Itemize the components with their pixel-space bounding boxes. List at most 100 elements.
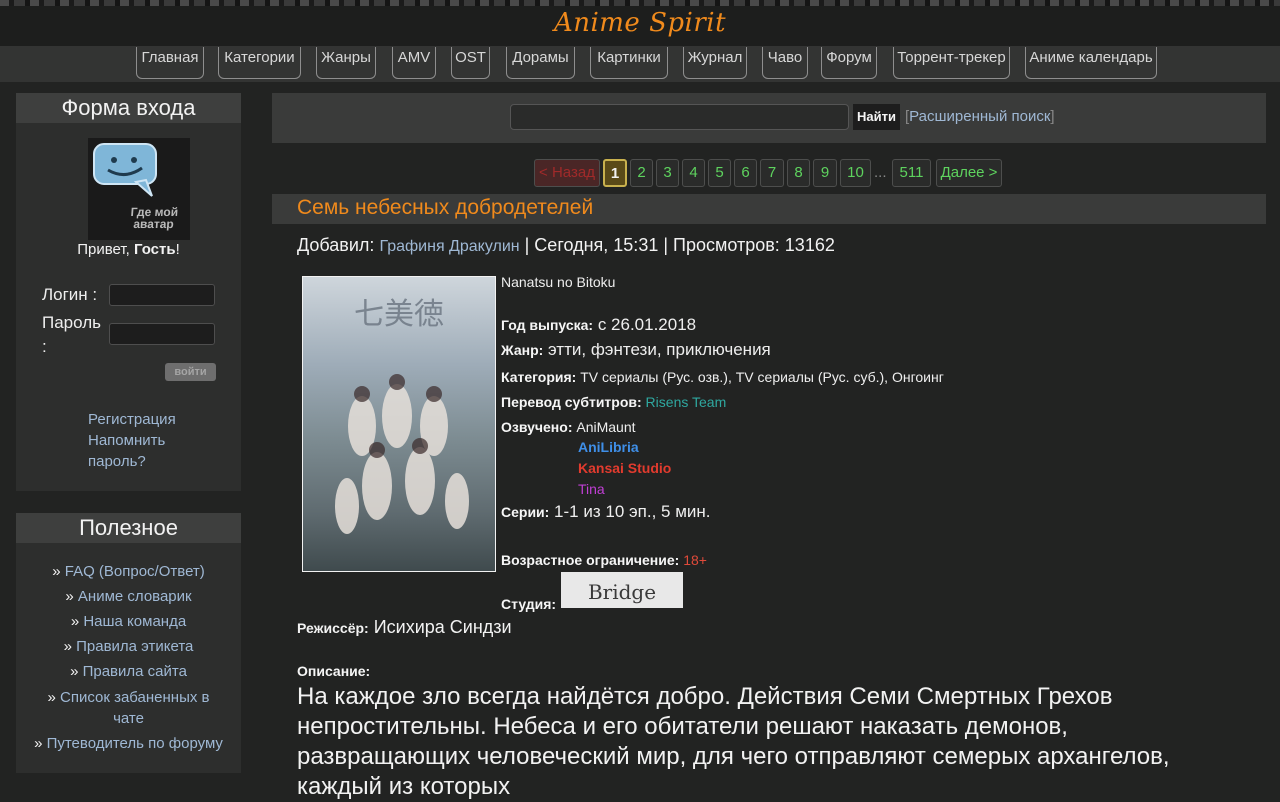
- poster-image[interactable]: 七美徳: [301, 275, 497, 573]
- pagination-page[interactable]: 6: [734, 159, 757, 187]
- bracket: ]: [1050, 108, 1055, 125]
- register-link[interactable]: Регистрация: [88, 411, 176, 428]
- age-label: Возрастное ограничение:: [501, 552, 680, 568]
- subs-label: Перевод субтитров:: [501, 394, 642, 410]
- login-label: Логин :: [42, 285, 98, 304]
- director-row: Режиссёр: Исихира Синдзи: [297, 617, 512, 638]
- category-value[interactable]: TV сериалы (Рус. озв.), TV сериалы (Рус.…: [576, 369, 944, 385]
- greeting: Привет, Гость!: [16, 241, 241, 258]
- useful-link-rules[interactable]: » Правила сайта: [16, 661, 241, 682]
- guest-name: Гость: [133, 241, 176, 258]
- avatar-caption: Где мой аватар: [130, 205, 179, 231]
- bullet: »: [47, 689, 56, 706]
- useful-link-label[interactable]: Правила этикета: [76, 638, 193, 655]
- year-row: Год выпуска: с 26.01.2018: [501, 315, 696, 335]
- remind-password-link-2[interactable]: пароль?: [88, 453, 146, 470]
- remind-password-link[interactable]: Напомнить: [88, 432, 165, 449]
- category-row: Категория: TV сериалы (Рус. озв.), TV се…: [501, 367, 944, 387]
- episodes-row: Серии: 1-1 из 10 эп., 5 мин.: [501, 502, 711, 522]
- dub-first: AniMaunt: [572, 419, 636, 435]
- description-label: Описание:: [297, 663, 371, 679]
- page-edge-decor: [0, 290, 17, 450]
- episodes-label: Серии:: [501, 504, 550, 520]
- studio-label: Студия:: [501, 596, 557, 612]
- login-input[interactable]: [109, 284, 215, 306]
- nav-item-categories[interactable]: Категории: [218, 47, 301, 79]
- year-label: Год выпуска:: [501, 317, 594, 333]
- useful-link-dictionary[interactable]: » Аниме словарик: [16, 586, 241, 607]
- nav-item-pictures[interactable]: Картинки: [590, 47, 668, 79]
- pagination-page[interactable]: 2: [630, 159, 653, 187]
- useful-link-label[interactable]: Наша команда: [83, 613, 186, 630]
- search-button[interactable]: Найти: [853, 104, 900, 130]
- useful-link-label[interactable]: Правила сайта: [83, 663, 187, 680]
- nav-item-journal[interactable]: Журнал: [683, 47, 747, 79]
- dub-team-kansai[interactable]: Kansai Studio: [578, 460, 671, 476]
- greeting-prefix: Привет,: [77, 241, 134, 258]
- author-link[interactable]: Графиня Дракулин: [379, 238, 519, 255]
- episodes-value: 1-1 из 10 эп., 5 мин.: [549, 502, 711, 521]
- subs-row: Перевод субтитров: Risens Team: [501, 392, 726, 412]
- bullet: »: [65, 588, 74, 605]
- director-label: Режиссёр:: [297, 620, 369, 636]
- pagination-page[interactable]: 7: [760, 159, 784, 187]
- useful-link-team[interactable]: » Наша команда: [16, 611, 241, 632]
- genre-value[interactable]: этти, фэнтези, приключения: [543, 340, 771, 359]
- pagination-page[interactable]: 5: [708, 159, 731, 187]
- nav-item-genres[interactable]: Жанры: [316, 47, 376, 79]
- bullet: »: [63, 638, 72, 655]
- password-input[interactable]: [109, 323, 215, 345]
- useful-link-label[interactable]: Путеводитель по форуму: [47, 735, 223, 752]
- year-value: с 26.01.2018: [593, 315, 697, 334]
- nav-item-amv[interactable]: AMV: [392, 47, 436, 79]
- nav-item-torrent[interactable]: Торрент-трекер: [893, 47, 1010, 79]
- useful-link-forum-guide[interactable]: » Путеводитель по форуму: [16, 733, 241, 754]
- greeting-suffix: !: [175, 241, 180, 258]
- useful-link-etiquette[interactable]: » Правила этикета: [16, 636, 241, 657]
- genre-label: Жанр:: [501, 342, 544, 358]
- category-label: Категория:: [501, 369, 577, 385]
- useful-link-label[interactable]: Аниме словарик: [78, 588, 192, 605]
- pagination-last-page[interactable]: 511: [892, 159, 931, 187]
- dub-team-anilibria[interactable]: AniLibria: [578, 439, 639, 455]
- pagination-page[interactable]: 3: [656, 159, 679, 187]
- bullet: »: [52, 563, 61, 580]
- pagination-page[interactable]: 9: [813, 159, 837, 187]
- useful-link-faq[interactable]: » FAQ (Вопрос/Ответ): [16, 561, 241, 582]
- site-title[interactable]: Anime Spirit: [0, 8, 1280, 38]
- date-views: | Сегодня, 15:31 | Просмотров: 13162: [519, 235, 835, 255]
- bullet: »: [34, 735, 43, 752]
- login-button[interactable]: войти: [165, 363, 216, 381]
- studio-row: Студия:: [501, 594, 556, 614]
- advanced-search-label[interactable]: Расширенный поиск: [909, 108, 1050, 125]
- pagination-page[interactable]: 8: [787, 159, 810, 187]
- advanced-search-link[interactable]: [Расширенный поиск]: [905, 108, 1055, 125]
- pagination-next[interactable]: Далее >: [936, 159, 1002, 187]
- useful-link-label[interactable]: Список забаненных в: [60, 689, 210, 706]
- dub-team-tina[interactable]: Tina: [578, 481, 605, 497]
- svg-text:七美徳: 七美徳: [354, 297, 444, 332]
- nav-item-faq[interactable]: Чаво: [762, 47, 808, 79]
- nav-item-dramas[interactable]: Дорамы: [506, 47, 575, 79]
- useful-panel-title: Полезное: [16, 513, 241, 543]
- description-text: На каждое зло всегда найдётся добро. Дей…: [297, 683, 1170, 800]
- search-input[interactable]: [510, 104, 849, 130]
- dub-row: Озвучено: AniMaunt: [501, 417, 636, 437]
- studio-logo[interactable]: Bridge: [561, 572, 683, 608]
- age-row: Возрастное ограничение: 18+: [501, 550, 707, 570]
- pagination-prev[interactable]: < Назад: [534, 159, 600, 187]
- pagination-page[interactable]: 10: [840, 159, 871, 187]
- nav-item-home[interactable]: Главная: [136, 47, 204, 79]
- nav-item-ost[interactable]: OST: [451, 47, 490, 79]
- useful-link-label[interactable]: FAQ (Вопрос/Ответ): [65, 563, 205, 580]
- post-title[interactable]: Семь небесных добродетелей: [297, 196, 593, 220]
- pagination-page[interactable]: 4: [682, 159, 705, 187]
- nav-item-forum[interactable]: Форум: [821, 47, 877, 79]
- director-value: Исихира Синдзи: [368, 617, 512, 637]
- added-label: Добавил:: [297, 235, 380, 255]
- post-meta: Добавил: Графиня Дракулин | Сегодня, 15:…: [297, 235, 835, 256]
- useful-link-banned-cont[interactable]: чате: [16, 708, 241, 729]
- nav-item-calendar[interactable]: Аниме календарь: [1025, 47, 1157, 79]
- useful-link-banned[interactable]: » Список забаненных в: [16, 687, 241, 708]
- subs-team-link[interactable]: Risens Team: [642, 394, 727, 410]
